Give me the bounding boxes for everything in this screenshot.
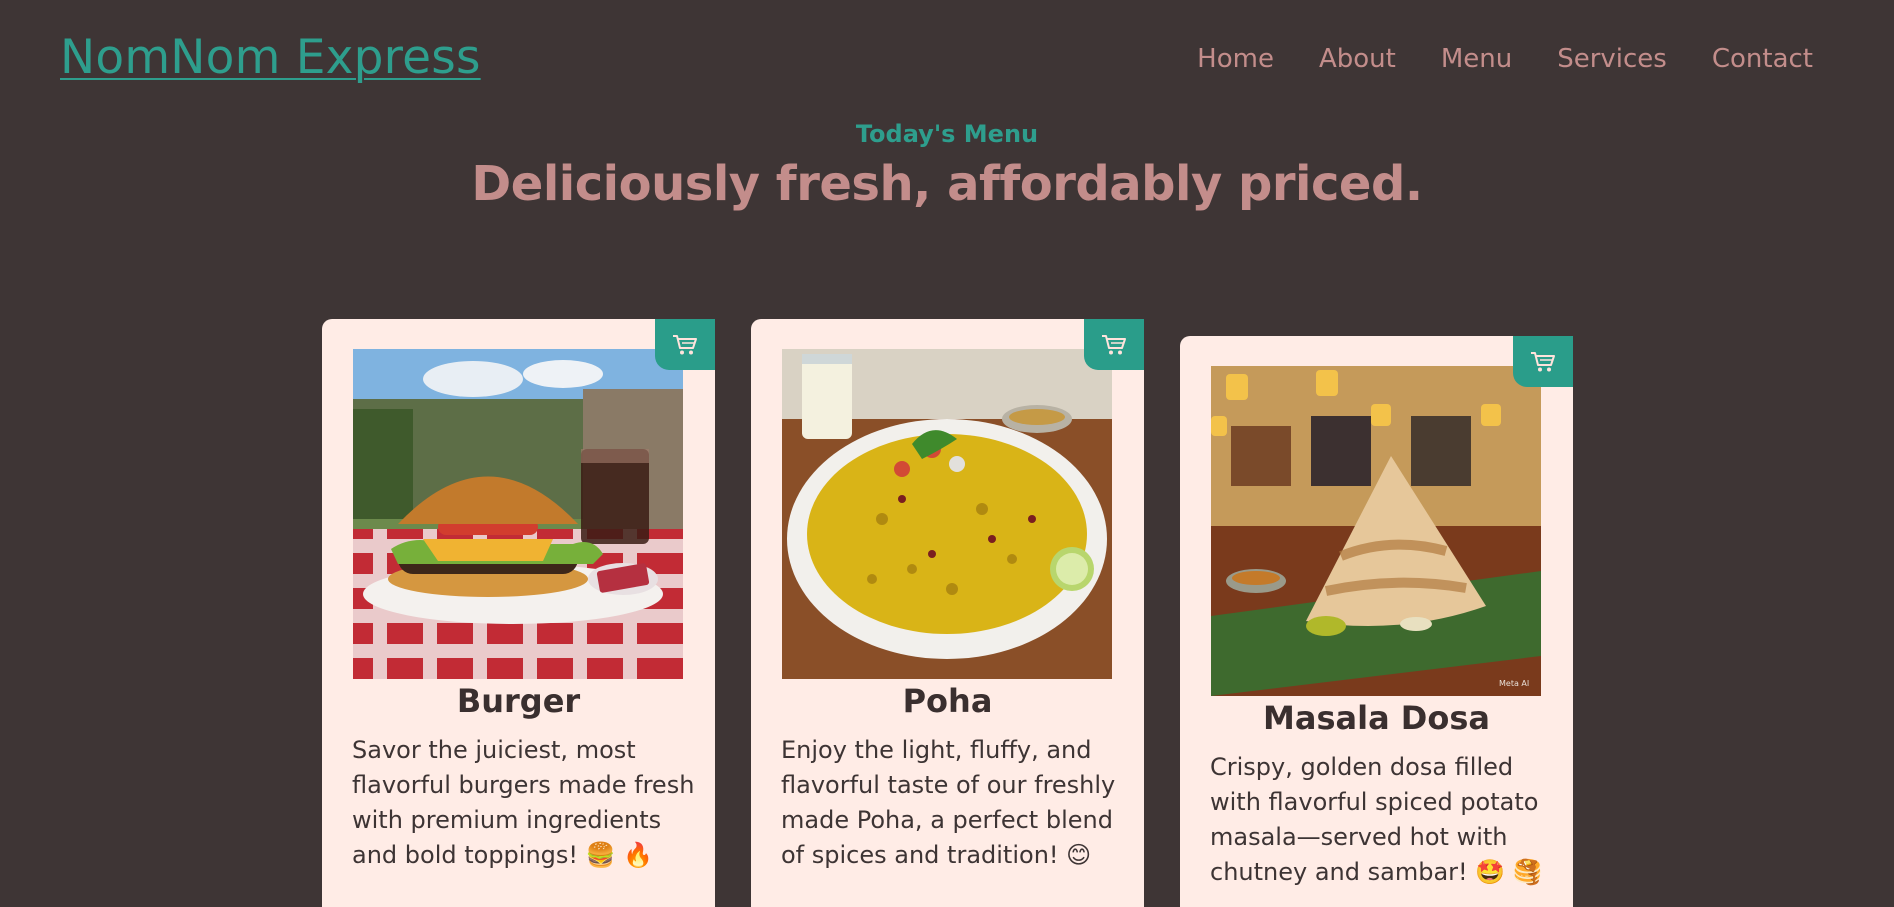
- burger-photo: [353, 349, 683, 679]
- site-logo[interactable]: NomNom Express: [60, 30, 481, 85]
- image-caption: Meta AI: [1499, 679, 1529, 688]
- nav-services[interactable]: Services: [1557, 44, 1667, 74]
- add-to-cart-button[interactable]: [1513, 336, 1573, 387]
- card-description: Savor the juiciest, most flavorful burge…: [352, 736, 695, 869]
- add-to-cart-button[interactable]: [655, 319, 715, 370]
- nav-contact[interactable]: Contact: [1712, 44, 1813, 74]
- cart-icon: [673, 334, 697, 354]
- menu-card-poha: Poha Enjoy the light, fluffy, and flavor…: [751, 319, 1144, 907]
- nav-menu[interactable]: Menu: [1441, 44, 1512, 74]
- card-description: Enjoy the light, fluffy, and flavorful t…: [781, 736, 1116, 869]
- menu-card-masala-dosa: Meta AI Masala Dosa Crispy, golden dosa …: [1180, 336, 1573, 907]
- main-nav: Home About Menu Services Contact: [1197, 44, 1813, 74]
- cart-icon: [1531, 351, 1555, 371]
- nav-home[interactable]: Home: [1197, 44, 1274, 74]
- poha-photo: [782, 349, 1112, 679]
- section-eyebrow: Today's Menu: [855, 120, 1039, 148]
- card-title: Poha: [902, 682, 993, 720]
- add-to-cart-button[interactable]: [1084, 319, 1144, 370]
- cart-icon: [1102, 334, 1126, 354]
- menu-card-burger: Burger Savor the juiciest, most flavorfu…: [322, 319, 715, 907]
- section-headline: Deliciously fresh, affordably priced.: [471, 156, 1423, 212]
- card-description: Crispy, golden dosa filled with flavorfu…: [1210, 753, 1543, 886]
- card-title: Masala Dosa: [1263, 699, 1490, 737]
- nav-about[interactable]: About: [1319, 44, 1396, 74]
- masala-dosa-photo: Meta AI: [1211, 366, 1541, 696]
- page: NomNom Express Home About Menu Services …: [0, 0, 1894, 907]
- card-title: Burger: [456, 682, 581, 720]
